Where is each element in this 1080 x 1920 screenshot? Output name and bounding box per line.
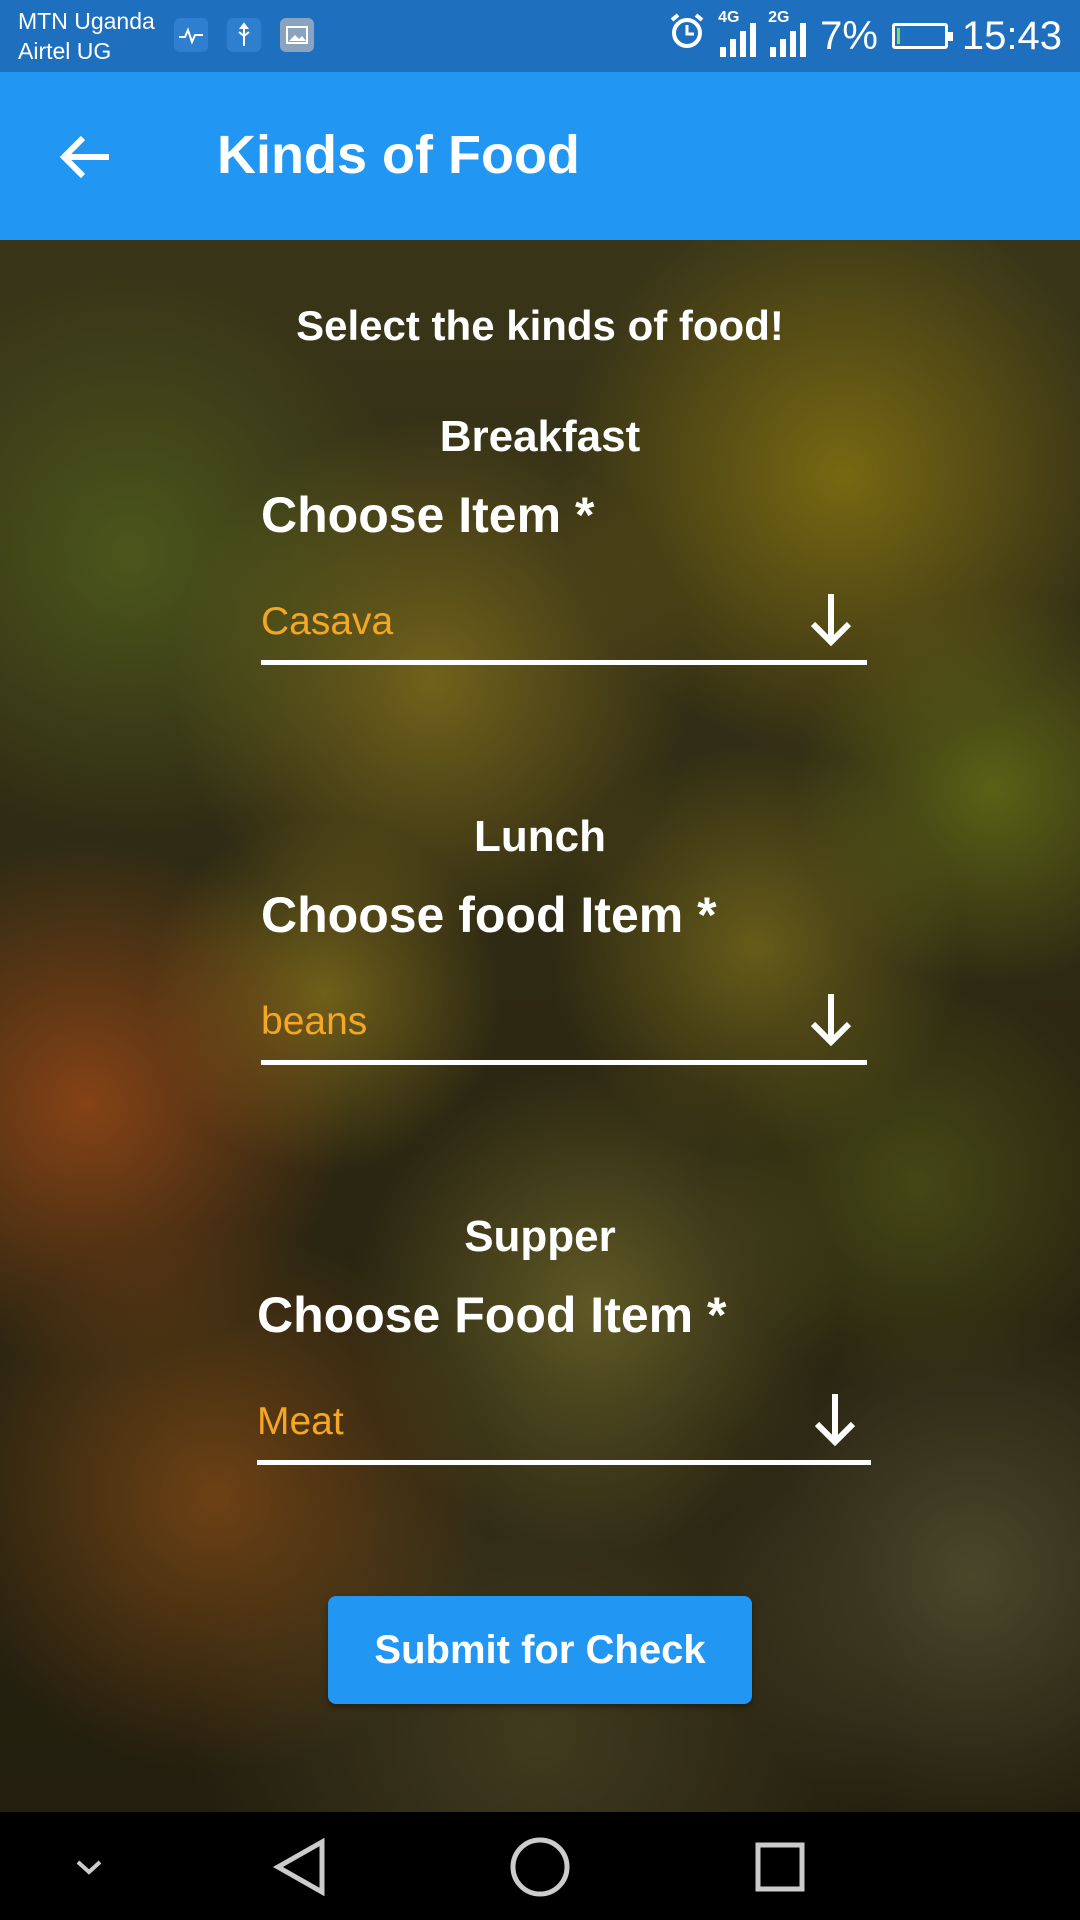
status-bar: MTN Uganda Airtel UG 4G 2G 7% 15:43 — [0, 0, 1080, 72]
signal-strength-icon-2: 2G — [768, 9, 807, 57]
breakfast-selected-value: Casava — [261, 600, 394, 643]
app-bar: Kinds of Food — [0, 72, 1080, 240]
lunch-field-label: Choose food Item * — [261, 887, 717, 943]
breakfast-field-label: Choose Item * — [261, 487, 595, 543]
form-heading: Select the kinds of food! — [296, 302, 784, 349]
carrier-info: MTN Uganda Airtel UG — [18, 6, 155, 66]
food-background: Select the kinds of food! Breakfast Choo… — [0, 240, 1080, 1812]
lunch-selected-value: beans — [261, 1000, 368, 1043]
lunch-dropdown[interactable]: beans — [261, 990, 867, 1065]
breakfast-dropdown[interactable]: Casava — [261, 590, 867, 665]
page-title: Kinds of Food — [217, 125, 580, 185]
usb-icon — [227, 18, 261, 52]
arrow-down-icon — [810, 994, 852, 1047]
home-circle-icon[interactable] — [495, 1832, 585, 1902]
battery-percent: 7% — [820, 13, 878, 58]
health-monitor-icon — [174, 18, 208, 52]
battery-icon — [891, 23, 953, 49]
chevron-down-icon[interactable] — [44, 1832, 134, 1902]
battery-fill — [896, 28, 901, 44]
recents-square-icon[interactable] — [735, 1832, 825, 1902]
food-form: Select the kinds of food! Breakfast Choo… — [0, 240, 1080, 1812]
arrow-left-icon — [59, 135, 109, 179]
alarm-icon — [668, 12, 706, 60]
image-icon — [280, 18, 314, 52]
signal-strength-icon-1: 4G — [718, 9, 757, 57]
lunch-label: Lunch — [474, 812, 606, 861]
supper-selected-value: Meat — [257, 1400, 344, 1443]
clock: 15:43 — [961, 13, 1062, 58]
supper-dropdown[interactable]: Meat — [257, 1390, 871, 1465]
navigation-bar — [0, 1812, 1080, 1920]
carrier-1: MTN Uganda — [18, 8, 155, 34]
arrow-down-icon — [810, 594, 852, 647]
status-right: 4G 2G 7% 15:43 — [668, 9, 1062, 62]
supper-label: Supper — [464, 1212, 616, 1261]
submit-button[interactable]: Submit for Check — [328, 1596, 752, 1704]
arrow-down-icon — [814, 1394, 856, 1447]
carrier-2: Airtel UG — [18, 38, 112, 64]
back-triangle-icon[interactable] — [255, 1832, 345, 1902]
back-button[interactable] — [50, 122, 120, 192]
supper-field-label: Choose Food Item * — [257, 1287, 727, 1343]
breakfast-label: Breakfast — [439, 412, 641, 461]
